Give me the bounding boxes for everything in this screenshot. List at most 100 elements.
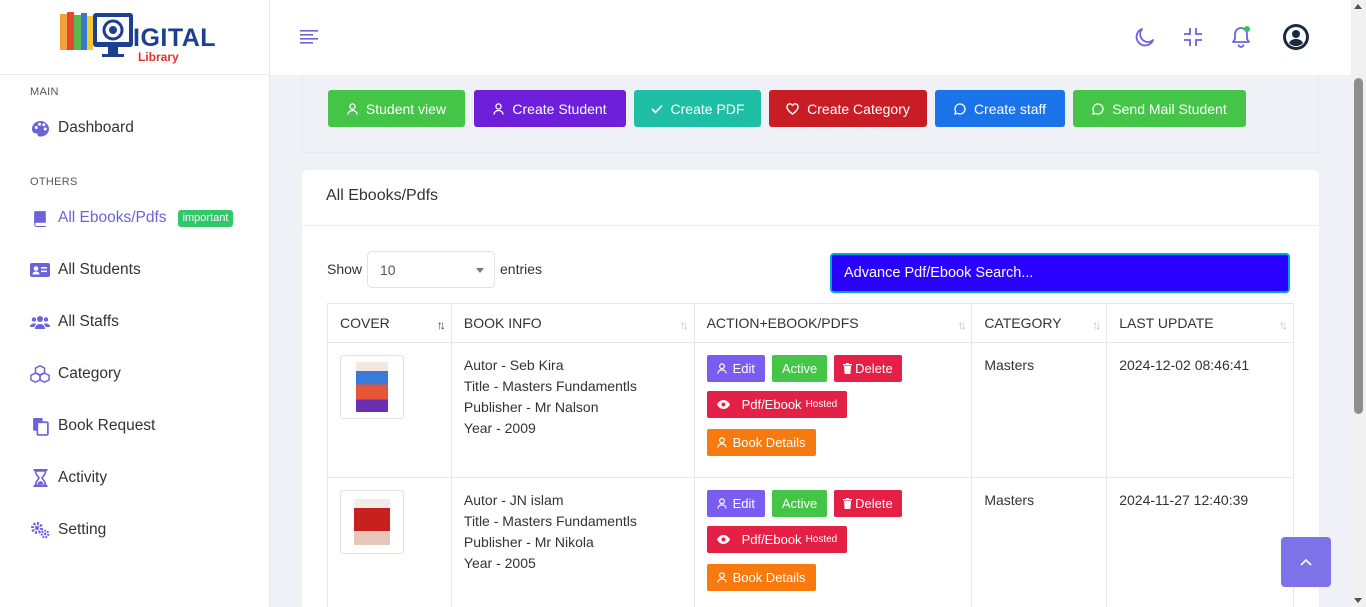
active-button[interactable]: Active [771, 490, 828, 517]
dark-mode-moon-icon[interactable] [1132, 24, 1158, 50]
chat-icon [954, 102, 966, 115]
advance-search-input[interactable]: Advance Pdf/Ebook Search... [830, 253, 1290, 293]
book-publisher: Publisher - Mr Nalson [463, 399, 599, 415]
check-icon [650, 104, 663, 114]
sidebar-item-ebooks[interactable]: All Ebooks/Pdfs important [0, 204, 234, 232]
book-year: Year - 2005 [463, 555, 536, 571]
book-icon [30, 208, 50, 228]
edit-button[interactable]: Edit [706, 490, 765, 517]
card-divider [302, 225, 1319, 226]
palette-icon [30, 118, 50, 138]
sidebar-item-category[interactable]: Category [0, 360, 121, 388]
user-icon [716, 572, 727, 583]
fullscreen-exit-icon[interactable] [1180, 24, 1206, 50]
sidebar-item-staffs[interactable]: All Staffs [0, 308, 119, 336]
show-label: Show [327, 261, 363, 277]
book-title: Title - Masters Fundamentls [463, 378, 637, 394]
logo[interactable]: IGITAL Library [0, 0, 269, 75]
active-button[interactable]: Active [771, 355, 828, 382]
edit-button[interactable]: Edit [706, 355, 765, 382]
logo-text: IGITAL [133, 24, 217, 52]
create-category-button[interactable]: Create Category [769, 90, 927, 127]
send-mail-student-button[interactable]: Send Mail Student [1073, 90, 1246, 127]
card-title: All Ebooks/Pdfs [326, 187, 439, 204]
user-icon [716, 363, 727, 374]
trash-icon [843, 363, 853, 374]
create-student-button[interactable]: Create Student [474, 90, 626, 127]
column-header-cover[interactable]: COVER ↑↓ [327, 303, 452, 343]
book-author: Autor - JN islam [463, 492, 564, 508]
pdf-ebook-hosted-button[interactable]: Pdf/Ebook Hosted [706, 391, 848, 418]
column-header-category[interactable]: CATEGORY ↑↓ [971, 303, 1108, 343]
sidebar-item-label: Setting [58, 521, 107, 538]
notification-bell-icon[interactable] [1228, 24, 1254, 50]
menu-toggle-icon[interactable] [300, 28, 320, 46]
sidebar: IGITAL Library MAIN Dashboard OTHERS All… [0, 0, 270, 607]
scroll-down-arrow-icon[interactable] [1354, 598, 1362, 603]
sort-icon: ↑↓ [1279, 318, 1288, 332]
last-update-cell: 2024-12-02 08:46:41 [1106, 342, 1294, 478]
book-cover-image[interactable] [340, 355, 404, 419]
chevron-up-icon [1300, 553, 1312, 571]
column-header-last-update[interactable]: LAST UPDATE ↑↓ [1106, 303, 1294, 343]
book-year: Year - 2009 [463, 420, 536, 436]
cover-cell [327, 342, 452, 478]
scrollbar-thumb[interactable] [1354, 78, 1363, 414]
last-update-cell: 2024-11-27 12:40:39 [1106, 477, 1294, 607]
book-info-cell: Autor - Seb Kira Title - Masters Fundame… [450, 342, 695, 478]
sort-icon: ↑↓ [957, 318, 966, 332]
user-icon [347, 102, 358, 115]
page-size-select[interactable]: 10 [367, 251, 495, 288]
sidebar-item-setting[interactable]: Setting [0, 516, 106, 544]
page-scrollbar[interactable] [1351, 0, 1366, 607]
actions-cell: Edit Active Delete Pdf/Ebook Hosted Book… [693, 477, 973, 607]
copy-icon [30, 416, 50, 436]
category-cell: Masters [971, 477, 1108, 607]
sidebar-item-dashboard[interactable]: Dashboard [0, 114, 134, 142]
user-avatar-icon[interactable] [1281, 22, 1311, 52]
user-icon [493, 102, 505, 115]
sidebar-item-activity[interactable]: Activity [0, 464, 107, 492]
important-badge: important [177, 209, 234, 227]
back-to-top-button[interactable] [1281, 537, 1331, 587]
sidebar-item-book-request[interactable]: Book Request [0, 412, 155, 440]
sort-icon: ↑↓ [1092, 318, 1101, 332]
logo-subtext: Library [138, 50, 179, 64]
entries-label: entries [500, 261, 543, 277]
gears-icon [30, 520, 50, 540]
delete-button[interactable]: Delete [834, 490, 902, 517]
sidebar-item-label: All Students [58, 261, 141, 278]
book-details-button[interactable]: Book Details [706, 564, 816, 591]
book-author: Autor - Seb Kira [463, 357, 564, 373]
sidebar-item-students[interactable]: All Students [0, 256, 141, 284]
create-pdf-button[interactable]: Create PDF [634, 90, 761, 127]
pdf-ebook-hosted-button[interactable]: Pdf/Ebook Hosted [706, 526, 848, 553]
book-title: Title - Masters Fundamentls [463, 513, 637, 529]
create-staff-button[interactable]: Create staff [935, 90, 1065, 127]
table-row: Autor - Seb Kira Title - Masters Fundame… [327, 342, 1294, 478]
sidebar-item-label: Dashboard [58, 119, 134, 136]
table-row: Autor - JN islam Title - Masters Fundame… [327, 477, 1294, 607]
cover-cell [327, 477, 452, 607]
nav-section-others: OTHERS [30, 176, 78, 188]
users-icon [30, 312, 50, 332]
student-view-button[interactable]: Student view [328, 90, 465, 127]
delete-button[interactable]: Delete [834, 355, 902, 382]
category-cell: Masters [971, 342, 1108, 478]
scroll-up-arrow-icon[interactable] [1354, 4, 1362, 9]
sidebar-item-label: All Ebooks/Pdfs [58, 209, 167, 226]
chevron-down-icon [476, 268, 484, 273]
book-cover-image[interactable] [340, 490, 404, 554]
hourglass-icon [30, 468, 50, 488]
book-info-cell: Autor - JN islam Title - Masters Fundame… [450, 477, 695, 607]
eye-icon [716, 535, 730, 544]
column-header-action[interactable]: ACTION+EBOOK/PDFS ↑↓ [693, 303, 973, 343]
user-icon [716, 498, 727, 509]
sort-icon: ↑↓ [436, 318, 446, 332]
sidebar-item-label: Activity [58, 469, 108, 486]
book-details-button[interactable]: Book Details [706, 429, 816, 456]
ebooks-card: All Ebooks/Pdfs Show 10 entries Advance … [302, 170, 1319, 607]
column-header-book-info[interactable]: BOOK INFO ↑↓ [450, 303, 695, 343]
sidebar-item-label: All Staffs [58, 313, 119, 330]
book-publisher: Publisher - Mr Nikola [463, 534, 594, 550]
